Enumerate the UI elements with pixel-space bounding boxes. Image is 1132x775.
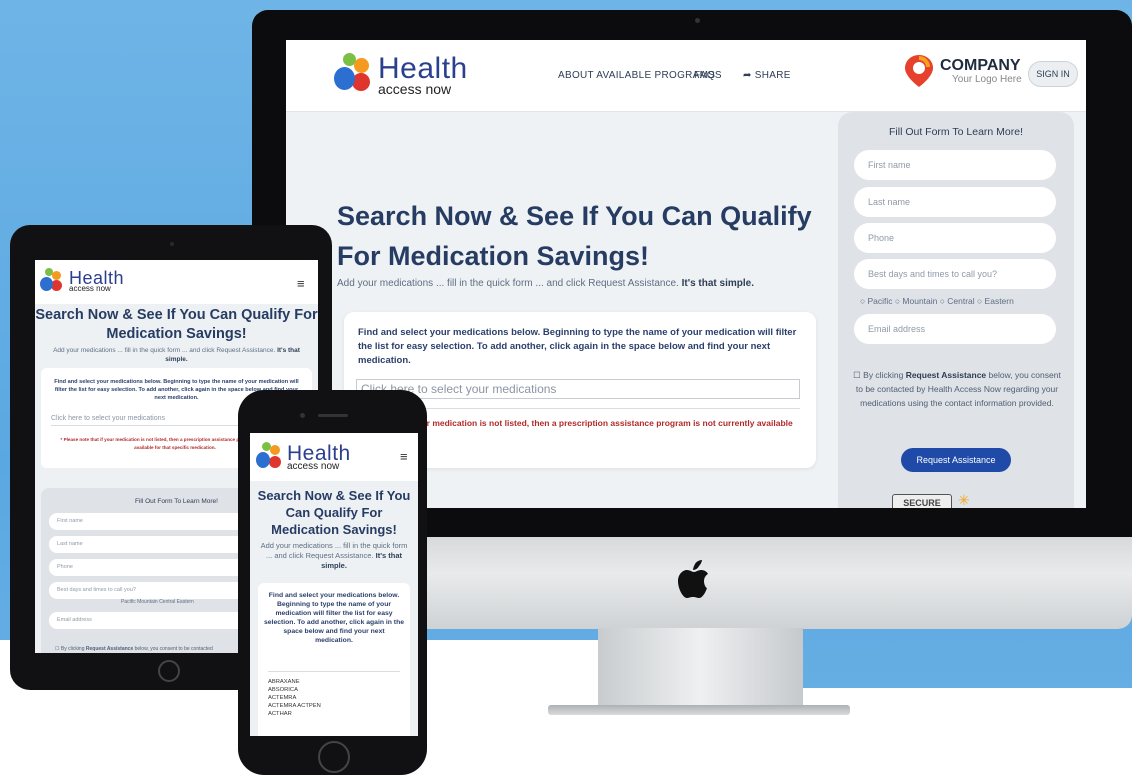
company-name: COMPANY <box>940 56 1021 74</box>
tablet-hero-heading: Search Now & See If You Can Qualify For … <box>35 307 318 342</box>
medication-note-line-1: If your medication is not listed, then a… <box>404 418 793 442</box>
logo-dots-icon <box>255 442 281 472</box>
tablet-timezone-radios[interactable]: Pacific Mountain Central Eastern <box>121 599 194 605</box>
iphone-speaker <box>318 414 348 417</box>
menu-icon[interactable]: ≡ <box>400 449 408 464</box>
menu-icon[interactable]: ≡ <box>297 276 305 291</box>
phone-hero-heading: Search Now & See If You Can Qualify For … <box>257 488 411 537</box>
nav-about-programs[interactable]: ABOUT AVAILABLE PROGRAMS <box>558 70 715 81</box>
imac-camera <box>695 18 700 23</box>
medication-instructions: Find and select your medications below. … <box>358 327 797 366</box>
location-pin-icon <box>904 54 934 88</box>
iphone-camera <box>300 413 305 418</box>
best-times-field[interactable]: Best days and times to call you? <box>854 259 1056 289</box>
form-title: Fill Out Form To Learn More! <box>888 126 1023 138</box>
share-icon: ➦ <box>743 70 752 81</box>
logo-dots-icon <box>39 268 63 294</box>
imac-stand <box>598 628 803 708</box>
tablet-hero-subtext: Add your medications ... fill in the qui… <box>41 346 312 364</box>
phone-medication-instructions: Find and select your medications below. … <box>264 592 404 644</box>
consent-text: ☐ By clicking Request Assistance below, … <box>852 368 1062 410</box>
radio-eastern-label: Eastern <box>984 296 1014 306</box>
lead-form: Fill Out Form To Learn More! First name … <box>838 112 1074 508</box>
nav-share-label: SHARE <box>754 70 791 81</box>
radio-mountain[interactable]: ○ Mountain <box>895 296 937 306</box>
medication-option[interactable]: ACTEMRA ACTPEN <box>268 702 400 710</box>
company-tagline: Your Logo Here <box>952 74 1022 86</box>
nav-share[interactable]: ➦ SHARE <box>743 70 791 81</box>
radio-pacific-label: Pacific <box>867 296 893 306</box>
nav-faqs[interactable]: FAQS <box>694 70 722 81</box>
first-name-field[interactable]: First name <box>854 150 1056 180</box>
phone-screen: Health access now ≡ Search Now & See If … <box>250 433 418 736</box>
medication-note-line-2: ation. <box>404 444 799 458</box>
imac-foot <box>548 705 850 715</box>
medication-list[interactable]: ABRAXANE ABSORICA ACTEMRA ACTEMRA ACTPEN… <box>268 671 400 718</box>
tablet-header: Health access now ≡ <box>35 260 318 304</box>
company-logo[interactable]: COMPANY Your Logo Here <box>904 54 1022 88</box>
iphone-home-button <box>318 741 350 773</box>
apple-icon <box>673 560 713 602</box>
health-logo[interactable]: Health access now <box>332 53 468 97</box>
logo-dots-icon <box>332 53 372 97</box>
medication-option[interactable]: ACTEMRA <box>268 694 400 702</box>
tablet-consent-pre: By clicking <box>60 646 85 652</box>
hero-subtext: Add your medications ... fill in the qui… <box>337 278 827 289</box>
medication-option[interactable]: ACTHAR <box>268 710 400 718</box>
consent-checkbox[interactable]: ☐ <box>853 370 861 380</box>
radio-eastern[interactable]: ○ Eastern <box>977 296 1014 306</box>
ipad-camera <box>170 242 174 246</box>
request-assistance-button[interactable]: Request Assistance <box>901 448 1011 472</box>
desktop-header: Health access now ABOUT AVAILABLE PROGRA… <box>286 40 1086 112</box>
secure-badge: SECURE <box>892 494 952 508</box>
phone-hero-subtext: Add your medications ... fill in the qui… <box>260 541 408 571</box>
hero-subtext-main: Add your medications ... fill in the qui… <box>337 278 679 289</box>
medication-option[interactable]: ABRAXANE <box>268 678 400 686</box>
consent-pre: By clicking <box>863 370 904 380</box>
tablet-health-logo[interactable]: Health access now <box>39 268 124 294</box>
tablet-consent-checkbox[interactable]: ☐ <box>55 646 59 652</box>
email-field[interactable]: Email address <box>854 314 1056 344</box>
radio-pacific[interactable]: ○ Pacific <box>860 296 893 306</box>
radio-central[interactable]: ○ Central <box>940 296 975 306</box>
phone-medication-card: Find and select your medications below. … <box>258 583 410 736</box>
phone-field[interactable]: Phone <box>854 223 1056 253</box>
tablet-consent-bold: Request Assistance <box>85 646 134 652</box>
timezone-radio-group: ○ Pacific ○ Mountain ○ Central ○ Eastern <box>860 296 1014 306</box>
hero-line-2: For Medication Savings! <box>337 241 650 271</box>
ipad-home-button <box>158 660 180 682</box>
medication-note: If your medication is not listed, then a… <box>404 416 799 458</box>
tablet-consent-post: below, you consent to be contacted <box>134 646 213 652</box>
radio-central-label: Central <box>947 296 975 306</box>
phone-health-logo[interactable]: Health access now <box>255 442 351 472</box>
tablet-subtext-main: Add your medications ... fill in the qui… <box>53 347 276 354</box>
sign-in-button[interactable]: SIGN IN <box>1028 61 1078 87</box>
hero-heading: Search Now & See If You Can Qualify For … <box>337 196 817 276</box>
last-name-field[interactable]: Last name <box>854 187 1056 217</box>
logo-wordmark: Health <box>378 52 468 85</box>
consent-bold: Request Assistance <box>905 370 987 380</box>
medication-option[interactable]: ABSORICA <box>268 686 400 694</box>
radio-mountain-label: Mountain <box>902 296 938 306</box>
hero-subtext-bold: It's that simple. <box>681 278 755 289</box>
hero-line-1: Search Now & See If You Can Qualify <box>337 201 812 231</box>
sun-icon: ✳ <box>958 492 970 508</box>
phone-header: Health access now ≡ <box>250 433 418 481</box>
medication-select[interactable]: Click here to select your medications <box>356 379 800 399</box>
